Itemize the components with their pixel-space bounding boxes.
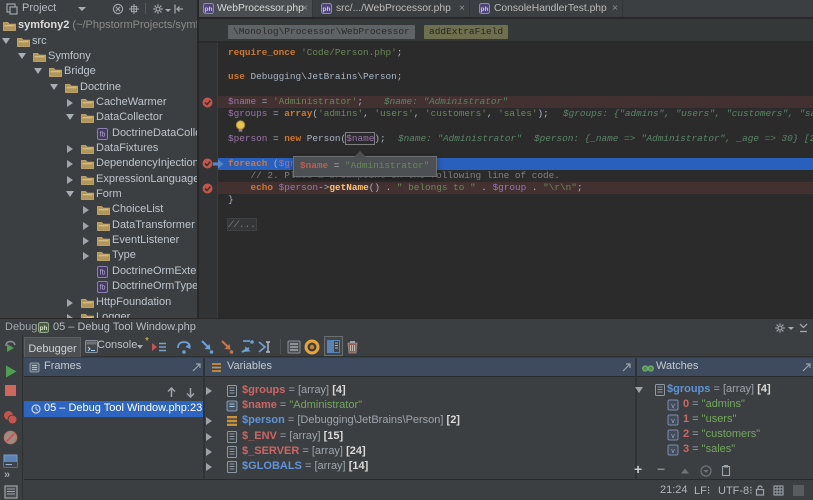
svg-text:ph: ph bbox=[323, 6, 331, 13]
svg-text:v: v bbox=[671, 432, 675, 439]
svg-text:fb: fb bbox=[100, 285, 106, 292]
svg-text:ph: ph bbox=[481, 6, 489, 13]
svg-text:ph: ph bbox=[205, 6, 213, 13]
svg-text:fb: fb bbox=[100, 131, 106, 138]
svg-text:ph: ph bbox=[40, 325, 48, 332]
svg-text:v: v bbox=[671, 402, 675, 409]
svg-text:v: v bbox=[671, 417, 675, 424]
svg-text:fb: fb bbox=[100, 269, 106, 276]
svg-text:v: v bbox=[671, 447, 675, 454]
